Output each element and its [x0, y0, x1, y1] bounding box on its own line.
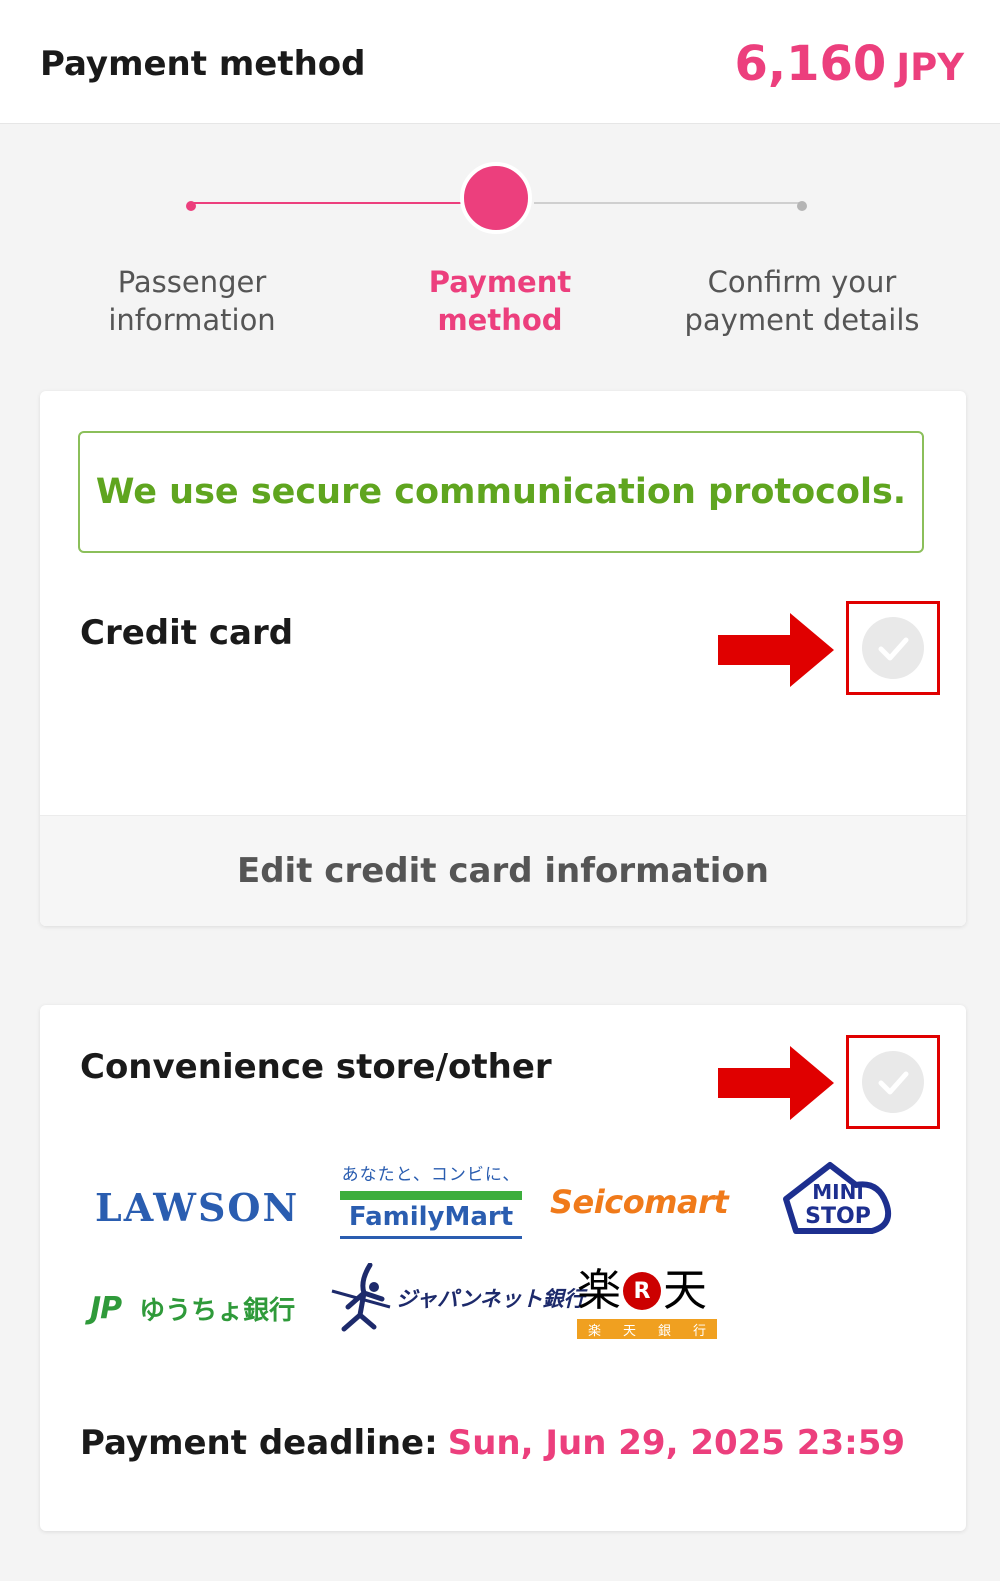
- step-label-line: Passenger: [117, 265, 267, 299]
- step-connector-done: [192, 202, 462, 204]
- familymart-name: FamilyMart: [340, 1200, 522, 1239]
- rakuten-sub-char: 行: [692, 1323, 706, 1339]
- checkmark-icon: [878, 1071, 909, 1095]
- check-circle: [862, 617, 924, 679]
- step-label-line: information: [108, 303, 276, 337]
- check-circle: [862, 1051, 924, 1113]
- annotation-arrow-icon: [718, 613, 834, 687]
- step-dot-confirm: [797, 201, 807, 211]
- convenience-store-title: Convenience store/other: [80, 1047, 552, 1087]
- price-amount: 6,160: [734, 36, 887, 92]
- header-bar: Payment method 6,160 JPY: [0, 0, 1000, 124]
- japannet-bank-logo: ジャパンネット銀行: [330, 1263, 585, 1333]
- convenience-store-select-toggle[interactable]: [846, 1035, 940, 1129]
- deadline-date: Sun, Jun 29, 2025 23:59: [447, 1423, 906, 1463]
- payment-deadline: Payment deadline: Sun, Jun 29, 2025 23:59: [80, 1423, 905, 1463]
- step-dot-passenger: [186, 201, 196, 211]
- lawson-logo: LAWSON: [95, 1185, 300, 1230]
- checkmark-icon: [878, 637, 909, 661]
- skier-icon: [331, 1263, 391, 1332]
- step-label-passenger: Passenger information: [62, 263, 322, 339]
- step-label-line: Payment method: [428, 265, 572, 337]
- step-dot-payment: [460, 162, 532, 234]
- rakuten-kanji-right: 天: [663, 1265, 707, 1316]
- ministop-logo: MINI STOP: [783, 1162, 892, 1234]
- yucho-name: ゆうちょ銀行: [139, 1296, 296, 1326]
- progress-stepper: Passenger information Payment method Con…: [0, 150, 1000, 360]
- secure-notice: We use secure communication protocols.: [78, 431, 924, 553]
- rakuten-bank-stripe: 楽 天 銀 行: [577, 1319, 717, 1339]
- step-label-line: payment details: [684, 303, 920, 337]
- rakuten-sub-char: 銀: [657, 1323, 671, 1339]
- rakuten-sub-char: 楽: [587, 1323, 601, 1339]
- rakuten-bank-logo: 楽 R 天 楽 天 銀 行: [577, 1267, 717, 1339]
- step-label-line: Confirm your: [707, 265, 897, 299]
- familymart-stripe: [340, 1191, 522, 1200]
- price-currency: JPY: [896, 46, 964, 89]
- total-price: 6,160 JPY: [734, 36, 964, 92]
- edit-credit-card-button[interactable]: Edit credit card information: [40, 815, 966, 926]
- credit-card-select-toggle[interactable]: [846, 601, 940, 695]
- step-label-payment: Payment method: [370, 263, 630, 339]
- familymart-logo: あなたと、コンビに、 FamilyMart: [340, 1160, 522, 1239]
- annotation-arrow-icon: [718, 1046, 834, 1120]
- step-connector-todo: [534, 202, 802, 204]
- seicomart-logo: Seicomart: [550, 1183, 729, 1221]
- ministop-line1: MINI: [812, 1180, 864, 1204]
- rakuten-sub-char: 天: [622, 1323, 636, 1339]
- rakuten-kanji-left: 楽: [577, 1265, 621, 1316]
- step-label-confirm: Confirm your payment details: [672, 263, 932, 339]
- rakuten-r-badge: R: [623, 1272, 661, 1310]
- familymart-tagline: あなたと、コンビに、: [341, 1165, 521, 1185]
- deadline-label: Payment deadline:: [80, 1423, 438, 1463]
- credit-card-option[interactable]: We use secure communication protocols. C…: [40, 391, 966, 926]
- credit-card-title: Credit card: [80, 613, 294, 653]
- ministop-line2: STOP: [805, 1204, 871, 1229]
- page-title: Payment method: [40, 44, 366, 84]
- japannet-name: ジャパンネット銀行: [396, 1287, 585, 1311]
- yucho-bank-logo: JP ゆうちょ銀行: [90, 1290, 295, 1327]
- jp-mark: JP: [90, 1291, 122, 1326]
